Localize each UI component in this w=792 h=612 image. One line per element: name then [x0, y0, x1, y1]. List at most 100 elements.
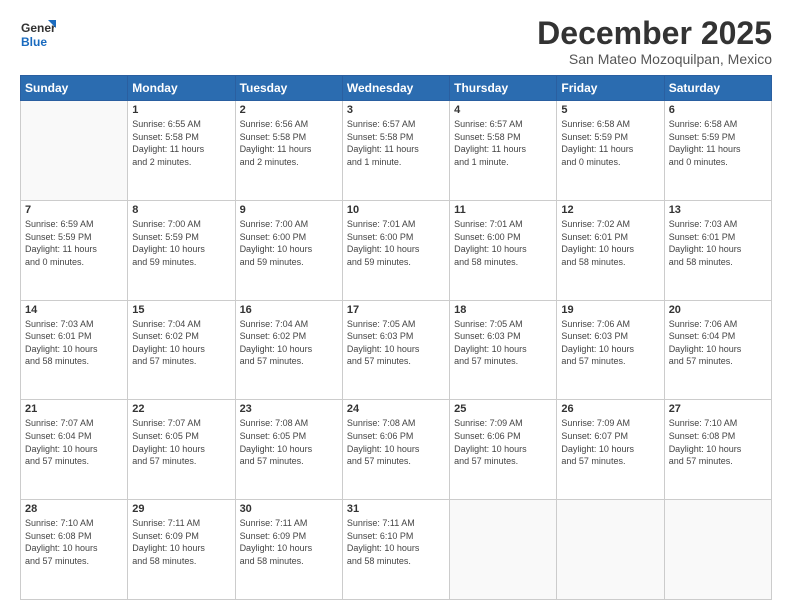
day-info: Sunrise: 6:59 AM Sunset: 5:59 PM Dayligh… [25, 218, 123, 268]
day-number: 6 [669, 104, 767, 116]
calendar-cell: 1 Sunrise: 6:55 AM Sunset: 5:58 PM Daylig… [128, 101, 235, 201]
header: General Blue December 2025 San Mateo Moz… [20, 16, 772, 67]
calendar-weekday-thursday: Thursday [450, 76, 557, 101]
day-number: 28 [25, 503, 123, 515]
day-number: 17 [347, 304, 445, 316]
calendar-week-4: 21 Sunrise: 7:07 AM Sunset: 6:04 PM Dayli… [21, 400, 772, 500]
calendar-cell [664, 500, 771, 600]
calendar-cell: 14 Sunrise: 7:03 AM Sunset: 6:01 PM Dayli… [21, 300, 128, 400]
day-info: Sunrise: 7:09 AM Sunset: 6:07 PM Dayligh… [561, 417, 659, 467]
day-info: Sunrise: 6:57 AM Sunset: 5:58 PM Dayligh… [454, 118, 552, 168]
calendar-cell: 30 Sunrise: 7:11 AM Sunset: 6:09 PM Dayli… [235, 500, 342, 600]
day-number: 12 [561, 204, 659, 216]
day-info: Sunrise: 7:01 AM Sunset: 6:00 PM Dayligh… [454, 218, 552, 268]
day-info: Sunrise: 7:00 AM Sunset: 5:59 PM Dayligh… [132, 218, 230, 268]
calendar-cell: 22Sunrise: 7:07 AM Sunset: 6:05 PM Dayli… [128, 400, 235, 500]
day-number: 19 [561, 304, 659, 316]
day-info: Sunrise: 7:04 AM Sunset: 6:02 PM Dayligh… [132, 318, 230, 368]
day-info: Sunrise: 7:06 AM Sunset: 6:04 PM Dayligh… [669, 318, 767, 368]
calendar-cell: 6 Sunrise: 6:58 AM Sunset: 5:59 PM Daylig… [664, 101, 771, 201]
day-number: 10 [347, 204, 445, 216]
calendar-cell: 7 Sunrise: 6:59 AM Sunset: 5:59 PM Daylig… [21, 200, 128, 300]
day-number: 4 [454, 104, 552, 116]
calendar-cell: 13 Sunrise: 7:03 AM Sunset: 6:01 PM Dayli… [664, 200, 771, 300]
calendar-cell: 24 Sunrise: 7:08 AM Sunset: 6:06 PM Dayli… [342, 400, 449, 500]
logo-svg: General Blue [20, 16, 56, 52]
day-number: 29 [132, 503, 230, 515]
day-number: 13 [669, 204, 767, 216]
day-info: Sunrise: 7:01 AM Sunset: 6:00 PM Dayligh… [347, 218, 445, 268]
calendar-cell [21, 101, 128, 201]
calendar-cell: 15 Sunrise: 7:04 AM Sunset: 6:02 PM Dayli… [128, 300, 235, 400]
day-info: Sunrise: 6:58 AM Sunset: 5:59 PM Dayligh… [669, 118, 767, 168]
calendar-header-row: SundayMondayTuesdayWednesdayThursdayFrid… [21, 76, 772, 101]
day-info: Sunrise: 7:08 AM Sunset: 6:06 PM Dayligh… [347, 417, 445, 467]
day-number: 5 [561, 104, 659, 116]
logo: General Blue [20, 16, 56, 52]
calendar-week-5: 28 Sunrise: 7:10 AM Sunset: 6:08 PM Dayli… [21, 500, 772, 600]
calendar-cell [450, 500, 557, 600]
page: General Blue December 2025 San Mateo Moz… [0, 0, 792, 612]
subtitle: San Mateo Mozoquilpan, Mexico [537, 51, 772, 67]
day-number: 20 [669, 304, 767, 316]
calendar-weekday-friday: Friday [557, 76, 664, 101]
calendar-cell: 5Sunrise: 6:58 AM Sunset: 5:59 PM Daylig… [557, 101, 664, 201]
calendar-cell: 29 Sunrise: 7:11 AM Sunset: 6:09 PM Dayli… [128, 500, 235, 600]
calendar-cell: 27 Sunrise: 7:10 AM Sunset: 6:08 PM Dayli… [664, 400, 771, 500]
calendar-cell: 19 Sunrise: 7:06 AM Sunset: 6:03 PM Dayli… [557, 300, 664, 400]
calendar-cell: 16 Sunrise: 7:04 AM Sunset: 6:02 PM Dayli… [235, 300, 342, 400]
calendar-week-3: 14 Sunrise: 7:03 AM Sunset: 6:01 PM Dayli… [21, 300, 772, 400]
calendar-cell: 2 Sunrise: 6:56 AM Sunset: 5:58 PM Daylig… [235, 101, 342, 201]
day-number: 27 [669, 403, 767, 415]
calendar-weekday-wednesday: Wednesday [342, 76, 449, 101]
calendar-cell: 23 Sunrise: 7:08 AM Sunset: 6:05 PM Dayli… [235, 400, 342, 500]
day-number: 25 [454, 403, 552, 415]
day-info: Sunrise: 7:02 AM Sunset: 6:01 PM Dayligh… [561, 218, 659, 268]
day-info: Sunrise: 7:06 AM Sunset: 6:03 PM Dayligh… [561, 318, 659, 368]
day-number: 9 [240, 204, 338, 216]
calendar-cell [557, 500, 664, 600]
day-info: Sunrise: 6:55 AM Sunset: 5:58 PM Dayligh… [132, 118, 230, 168]
day-number: 26 [561, 403, 659, 415]
calendar-weekday-tuesday: Tuesday [235, 76, 342, 101]
calendar-cell: 3Sunrise: 6:57 AM Sunset: 5:58 PM Daylig… [342, 101, 449, 201]
day-info: Sunrise: 7:08 AM Sunset: 6:05 PM Dayligh… [240, 417, 338, 467]
day-number: 1 [132, 104, 230, 116]
day-number: 16 [240, 304, 338, 316]
calendar-cell: 28 Sunrise: 7:10 AM Sunset: 6:08 PM Dayli… [21, 500, 128, 600]
day-info: Sunrise: 7:03 AM Sunset: 6:01 PM Dayligh… [669, 218, 767, 268]
calendar-week-1: 1 Sunrise: 6:55 AM Sunset: 5:58 PM Daylig… [21, 101, 772, 201]
day-number: 8 [132, 204, 230, 216]
calendar-cell: 18Sunrise: 7:05 AM Sunset: 6:03 PM Dayli… [450, 300, 557, 400]
day-info: Sunrise: 6:57 AM Sunset: 5:58 PM Dayligh… [347, 118, 445, 168]
day-number: 18 [454, 304, 552, 316]
day-info: Sunrise: 7:11 AM Sunset: 6:09 PM Dayligh… [132, 517, 230, 567]
day-number: 21 [25, 403, 123, 415]
day-number: 30 [240, 503, 338, 515]
title-block: December 2025 San Mateo Mozoquilpan, Mex… [537, 16, 772, 67]
calendar-cell: 4 Sunrise: 6:57 AM Sunset: 5:58 PM Daylig… [450, 101, 557, 201]
calendar-cell: 17 Sunrise: 7:05 AM Sunset: 6:03 PM Dayli… [342, 300, 449, 400]
day-info: Sunrise: 6:56 AM Sunset: 5:58 PM Dayligh… [240, 118, 338, 168]
day-info: Sunrise: 7:07 AM Sunset: 6:04 PM Dayligh… [25, 417, 123, 467]
day-number: 11 [454, 204, 552, 216]
day-info: Sunrise: 7:10 AM Sunset: 6:08 PM Dayligh… [25, 517, 123, 567]
day-number: 24 [347, 403, 445, 415]
calendar-weekday-monday: Monday [128, 76, 235, 101]
day-info: Sunrise: 7:09 AM Sunset: 6:06 PM Dayligh… [454, 417, 552, 467]
day-info: Sunrise: 7:04 AM Sunset: 6:02 PM Dayligh… [240, 318, 338, 368]
day-info: Sunrise: 7:11 AM Sunset: 6:10 PM Dayligh… [347, 517, 445, 567]
day-info: Sunrise: 7:05 AM Sunset: 6:03 PM Dayligh… [347, 318, 445, 368]
day-number: 7 [25, 204, 123, 216]
day-number: 23 [240, 403, 338, 415]
day-number: 14 [25, 304, 123, 316]
day-info: Sunrise: 7:11 AM Sunset: 6:09 PM Dayligh… [240, 517, 338, 567]
day-number: 2 [240, 104, 338, 116]
calendar-cell: 31Sunrise: 7:11 AM Sunset: 6:10 PM Dayli… [342, 500, 449, 600]
day-info: Sunrise: 7:00 AM Sunset: 6:00 PM Dayligh… [240, 218, 338, 268]
day-info: Sunrise: 7:10 AM Sunset: 6:08 PM Dayligh… [669, 417, 767, 467]
day-number: 22 [132, 403, 230, 415]
calendar-cell: 21 Sunrise: 7:07 AM Sunset: 6:04 PM Dayli… [21, 400, 128, 500]
day-number: 15 [132, 304, 230, 316]
day-info: Sunrise: 7:03 AM Sunset: 6:01 PM Dayligh… [25, 318, 123, 368]
